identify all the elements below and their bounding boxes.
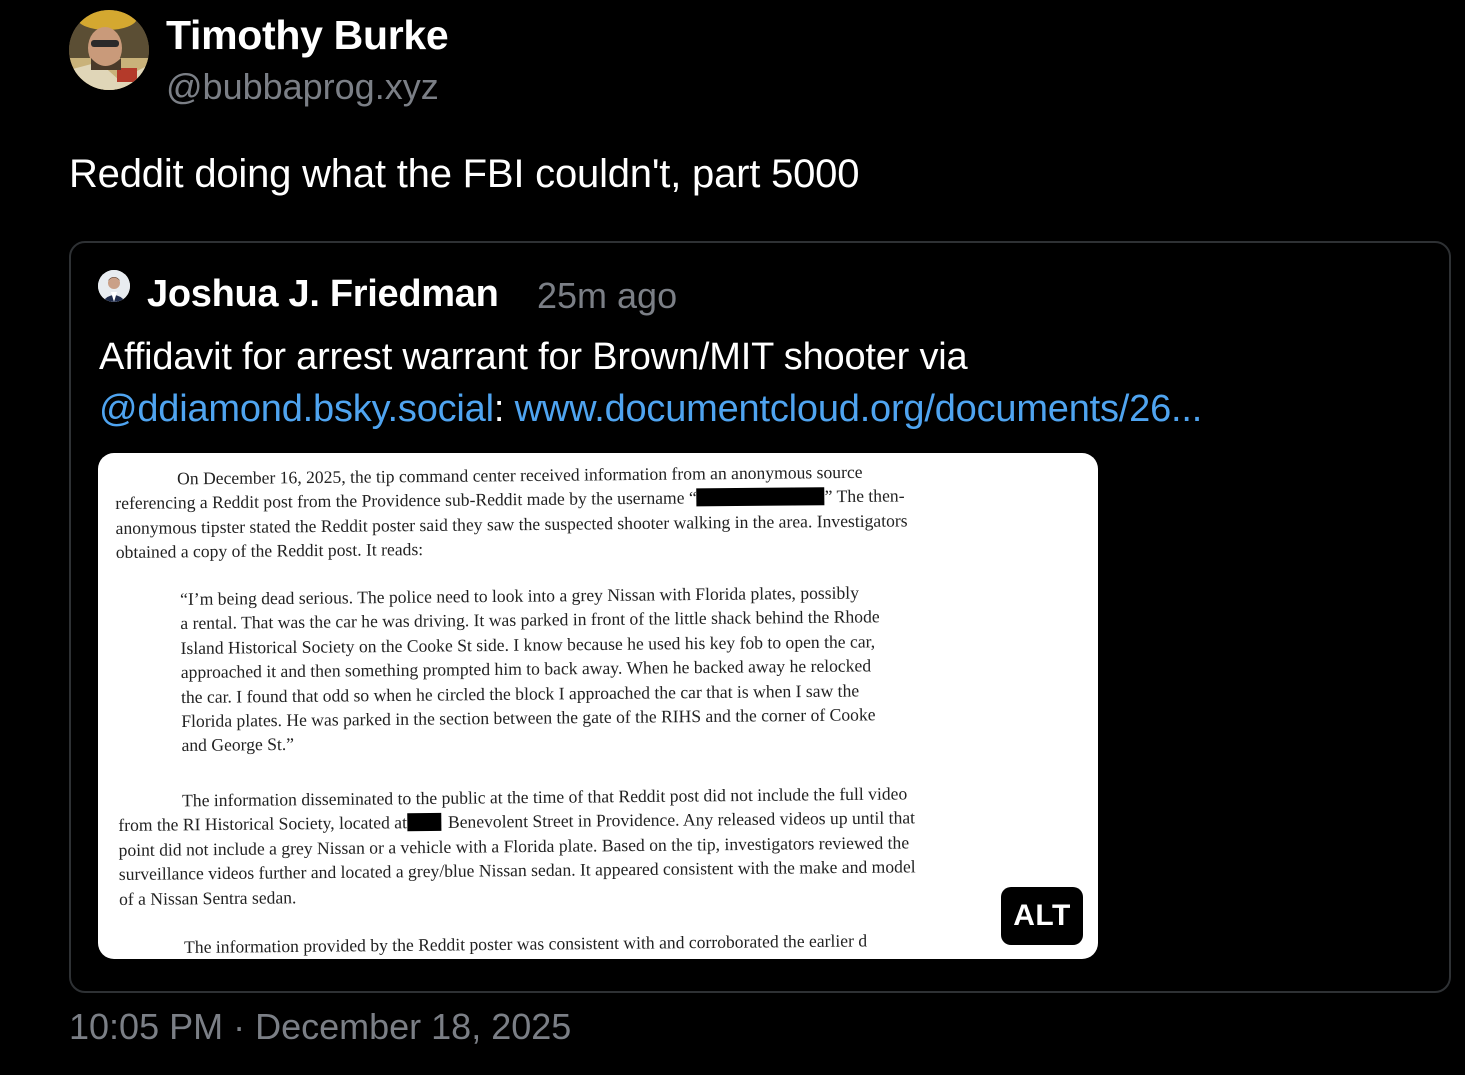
quoted-post-card[interactable]: Joshua J. Friedman 25m ago Affidavit for… bbox=[69, 241, 1451, 993]
doc-line: The information provided by the Reddit p… bbox=[184, 930, 868, 957]
doc-line-part: ” The then- bbox=[824, 485, 905, 507]
author-avatar-image bbox=[69, 10, 149, 90]
post-timestamp: 10:05 PM · December 18, 2025 bbox=[69, 1006, 572, 1047]
document-quote-block: “I’m being dead serious. The police need… bbox=[180, 579, 1022, 758]
document-paragraph-1: On December 16, 2025, the tip command ce… bbox=[115, 458, 1076, 565]
document-link[interactable]: www.documentcloud.org/documents/26... bbox=[515, 388, 1203, 430]
document-paragraph-3: The information provided by the Reddit p… bbox=[184, 926, 1084, 959]
alt-text-button[interactable]: ALT bbox=[1001, 887, 1083, 945]
quoted-post-time: 25m ago bbox=[537, 275, 678, 316]
quoted-text-separator: : bbox=[493, 388, 515, 430]
author-avatar[interactable] bbox=[69, 10, 149, 90]
quoted-text-prefix: Affidavit for arrest warrant for Brown/M… bbox=[99, 336, 968, 378]
embedded-document-image[interactable]: On December 16, 2025, the tip command ce… bbox=[98, 453, 1098, 959]
quoted-author-name[interactable]: Joshua J. Friedman bbox=[147, 273, 499, 316]
doc-line-part: referencing a Reddit post from the Provi… bbox=[115, 487, 697, 514]
author-display-name[interactable]: Timothy Burke bbox=[166, 12, 449, 59]
doc-line-part: from the RI Historical Society, located … bbox=[118, 812, 408, 836]
document-paragraph-2: The information disseminated to the publ… bbox=[118, 780, 1079, 911]
post-text: Reddit doing what the FBI couldn't, part… bbox=[69, 152, 860, 196]
author-handle[interactable]: @bubbaprog.xyz bbox=[166, 66, 439, 108]
redaction-bar bbox=[696, 487, 825, 507]
quoted-post-text: Affidavit for arrest warrant for Brown/M… bbox=[99, 331, 1439, 435]
doc-line-part: Benevolent Street in Providence. Any rel… bbox=[447, 807, 916, 833]
mention-link[interactable]: @ddiamond.bsky.social bbox=[99, 388, 494, 430]
quoted-author-avatar[interactable] bbox=[98, 270, 130, 302]
quoted-author-avatar-image bbox=[98, 270, 130, 302]
redaction-bar bbox=[406, 813, 442, 832]
